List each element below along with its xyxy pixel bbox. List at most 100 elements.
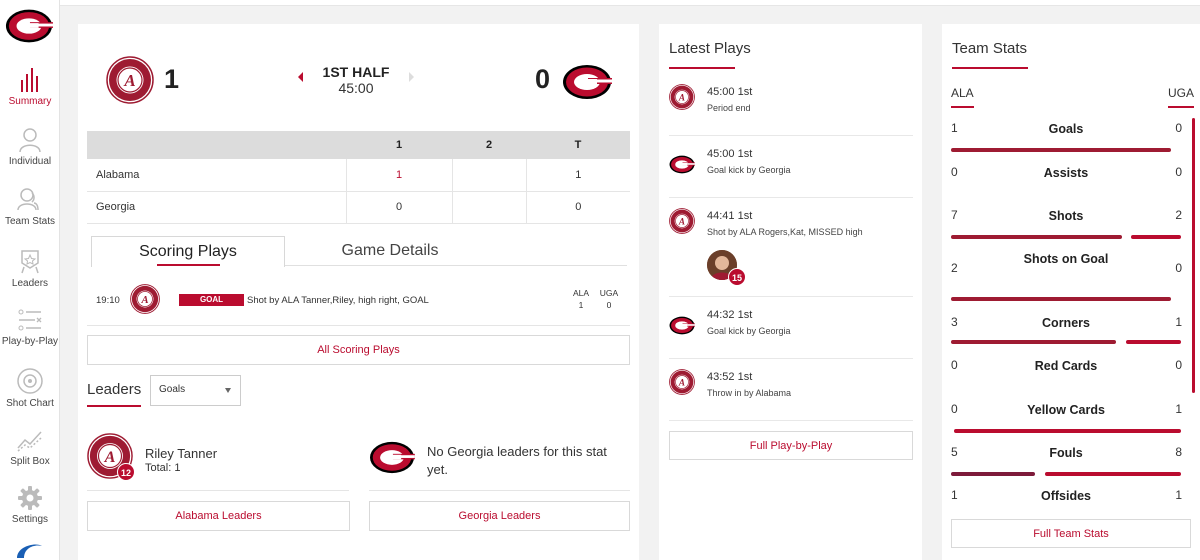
play-item[interactable]: 44:32 1st Goal kick by Georgia bbox=[669, 297, 913, 359]
box-period-2 bbox=[451, 191, 526, 224]
full-team-stats-button[interactable]: Full Team Stats bbox=[951, 519, 1191, 548]
period-display: 1ST HALF 45:00 bbox=[316, 64, 396, 96]
alabama-score: 1 bbox=[164, 64, 180, 94]
uga-score-value: 0 bbox=[606, 300, 612, 310]
uga-column-header: UGA bbox=[1168, 86, 1195, 100]
stat-ala-value: 1 bbox=[951, 488, 958, 502]
full-play-by-play-button[interactable]: Full Play-by-Play bbox=[669, 431, 913, 460]
play-item[interactable]: 44:41 1st Shot by ALA Rogers,Kat, MISSED… bbox=[669, 198, 913, 297]
box-total: 1 bbox=[525, 159, 630, 192]
stat-row-yellow-cards: 0 Yellow Cards 1 bbox=[951, 402, 1182, 446]
sidebar-item-settings[interactable]: Settings bbox=[0, 486, 60, 525]
stat-ala-value: 5 bbox=[951, 445, 958, 459]
box-header-p1: 1 bbox=[346, 131, 452, 159]
sidebar-item-shot-chart[interactable]: Shot Chart bbox=[0, 368, 60, 409]
stat-uga-value: 1 bbox=[1175, 315, 1182, 329]
sidebar-item-team-stats[interactable]: Team Stats bbox=[0, 188, 60, 227]
sidebar: Summary Individual Team Stats Leaders Pl… bbox=[0, 0, 60, 560]
stat-ala-value: 1 bbox=[951, 121, 958, 135]
sidebar-item-label: Play-by-Play bbox=[1, 336, 59, 347]
georgia-score: 0 bbox=[535, 64, 551, 94]
summary-tabs: Scoring Plays Game Details bbox=[91, 236, 627, 267]
sidebar-item-leaders[interactable]: Leaders bbox=[0, 250, 60, 289]
scoreboard: 1 1ST HALF 45:00 0 bbox=[78, 54, 639, 114]
stat-ala-value: 3 bbox=[951, 315, 958, 329]
box-period-1: 0 bbox=[345, 191, 452, 224]
scoring-play-uga-score: UGA 0 bbox=[597, 287, 621, 311]
scoring-play-row[interactable]: 19:10 GOAL Shot by ALA Tanner,Riley, hig… bbox=[87, 276, 630, 326]
stat-name: Goals bbox=[1048, 122, 1084, 136]
target-icon bbox=[17, 368, 43, 394]
all-scoring-plays-button[interactable]: All Scoring Plays bbox=[87, 335, 630, 365]
box-period-1: 1 bbox=[345, 159, 452, 192]
stat-row-red-cards: 0 Red Cards 0 bbox=[951, 358, 1182, 402]
play-description: Period end bbox=[707, 103, 751, 113]
georgia-logo bbox=[369, 441, 415, 474]
play-time: 44:32 1st bbox=[707, 309, 753, 321]
team-stats-scrollbar[interactable] bbox=[1192, 118, 1195, 393]
georgia-leader-card: No Georgia leaders for this stat yet. bbox=[369, 429, 630, 491]
no-leaders-message: No Georgia leaders for this stat yet. bbox=[427, 444, 607, 477]
ala-score-value: 1 bbox=[578, 300, 584, 310]
scoring-play-ala-score: ALA 1 bbox=[569, 287, 593, 311]
stat-bar-uga bbox=[1045, 472, 1181, 476]
stat-name: Shots bbox=[1048, 209, 1084, 223]
summary-panel: 1 1ST HALF 45:00 0 1 2 T Alabama 1 1 Geo… bbox=[78, 24, 639, 560]
uga-header-underline bbox=[1168, 106, 1194, 108]
play-item[interactable]: 45:00 1st Goal kick by Georgia bbox=[669, 136, 913, 198]
sidebar-item-split-box[interactable]: Split Box bbox=[0, 428, 60, 467]
period-title: 1ST HALF bbox=[322, 64, 390, 80]
stat-name: Corners bbox=[1042, 316, 1090, 330]
leaders-underline bbox=[87, 405, 141, 407]
box-team-name: Alabama bbox=[87, 159, 346, 192]
stat-row-shots-on-goal: 2 Shots on Goal 0 bbox=[951, 251, 1182, 301]
georgia-logo bbox=[669, 155, 695, 174]
next-period-arrow-icon[interactable] bbox=[409, 72, 414, 82]
sidebar-item-label: Leaders bbox=[11, 278, 49, 289]
stat-name: Offsides bbox=[1040, 489, 1091, 503]
sidebar-item-label: Settings bbox=[11, 514, 49, 525]
alabama-leader-card[interactable]: 12 Riley Tanner Total: 1 bbox=[87, 429, 349, 491]
sidebar-item-summary[interactable]: Summary bbox=[0, 68, 60, 107]
georgia-leaders-button[interactable]: Georgia Leaders bbox=[369, 501, 630, 531]
stat-uga-value: 0 bbox=[1175, 358, 1182, 372]
stat-bar-ala bbox=[951, 340, 1116, 344]
box-score-header: 1 2 T bbox=[87, 131, 630, 159]
list-icon bbox=[18, 309, 42, 331]
leader-name: Riley Tanner bbox=[145, 446, 218, 461]
stat-row-goals: 1 Goals 0 bbox=[951, 121, 1182, 165]
previous-period-arrow-icon[interactable] bbox=[298, 72, 303, 82]
stat-bar-ala bbox=[951, 235, 1122, 239]
stat-bar-ala bbox=[951, 297, 1171, 301]
stat-ala-value: 0 bbox=[951, 165, 958, 179]
uga-label: UGA bbox=[599, 288, 619, 298]
play-description: Goal kick by Georgia bbox=[707, 165, 791, 175]
stat-uga-value: 2 bbox=[1175, 208, 1182, 222]
box-header-p2: 2 bbox=[452, 131, 526, 159]
tab-scoring-plays[interactable]: Scoring Plays bbox=[91, 236, 285, 267]
top-bar bbox=[60, 0, 1200, 6]
georgia-logo bbox=[5, 8, 53, 44]
person-icon bbox=[19, 128, 41, 152]
latest-plays-panel: Latest Plays 45:00 1st Period end 45:00 … bbox=[659, 24, 922, 560]
sidebar-item-play-by-play[interactable]: Play-by-Play bbox=[0, 308, 60, 347]
table-row: Alabama 1 1 bbox=[87, 159, 630, 192]
play-time: 45:00 1st bbox=[707, 148, 753, 160]
active-tab-indicator bbox=[157, 264, 220, 266]
play-time: 44:41 1st bbox=[707, 210, 753, 222]
play-time: 45:00 1st bbox=[707, 86, 753, 98]
alabama-logo bbox=[130, 284, 160, 314]
play-item[interactable]: 43:52 1st Throw in by Alabama bbox=[669, 359, 913, 421]
tab-game-details[interactable]: Game Details bbox=[285, 236, 495, 266]
team-stats-panel: Team Stats ALA UGA 1 Goals 0 0 Assists 0… bbox=[942, 24, 1200, 560]
play-description: Shot by ALA Rogers,Kat, MISSED high bbox=[707, 227, 863, 237]
panel-title-underline bbox=[952, 67, 1028, 69]
sidebar-item-individual[interactable]: Individual bbox=[0, 128, 60, 167]
play-item[interactable]: 45:00 1st Period end bbox=[669, 74, 913, 136]
stat-uga-value: 0 bbox=[1175, 165, 1182, 179]
leaders-stat-select[interactable]: Goals bbox=[150, 375, 241, 406]
award-badge-icon bbox=[21, 250, 39, 274]
alabama-leaders-button[interactable]: Alabama Leaders bbox=[87, 501, 350, 531]
box-header-total: T bbox=[526, 131, 630, 159]
ala-column-header: ALA bbox=[951, 86, 974, 100]
